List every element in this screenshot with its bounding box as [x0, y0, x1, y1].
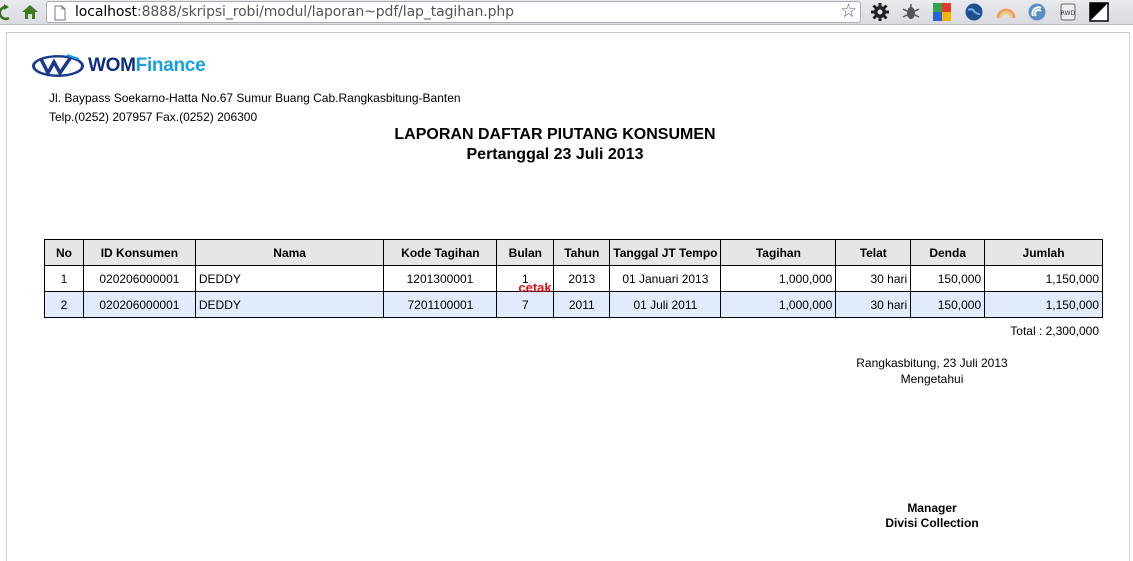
- cell-tagihan: 1,000,000: [720, 265, 837, 292]
- signature-acknowledged: Mengetahui: [900, 372, 964, 386]
- col-nama: Nama: [194, 239, 385, 266]
- rainbow-icon[interactable]: [996, 2, 1016, 22]
- gear-icon[interactable]: [870, 2, 890, 22]
- col-tahun: Tahun: [553, 239, 611, 266]
- cell-id: 020206000001: [82, 265, 196, 292]
- col-kode-tagihan: Kode Tagihan: [383, 239, 498, 266]
- reload-icon[interactable]: [0, 3, 18, 21]
- cell-tagihan: 1,000,000: [720, 291, 837, 318]
- bookmark-star-icon[interactable]: ☆: [840, 2, 857, 22]
- signal-icon[interactable]: [1027, 2, 1047, 22]
- cell-telat: 30 hari: [835, 265, 912, 292]
- logo-text: WOMFinance: [88, 55, 206, 77]
- cell-bulan: 1 cetak: [496, 265, 555, 295]
- rwd-icon[interactable]: RWD: [1058, 2, 1078, 22]
- cell-nama: DEDDY: [194, 291, 385, 318]
- receivables-table: No ID Konsumen Nama Kode Tagihan Bulan T…: [44, 239, 1103, 318]
- cell-kode: 1201300001: [383, 265, 498, 292]
- logo-wom: WOM: [88, 55, 136, 76]
- col-id-konsumen: ID Konsumen: [82, 239, 196, 266]
- svg-text:RWD: RWD: [1061, 10, 1076, 17]
- cell-bulan: 7: [496, 291, 555, 318]
- company-logo: WOMFinance: [31, 51, 211, 81]
- report-total: Total : 2,300,000: [1010, 324, 1099, 338]
- globe-icon[interactable]: [964, 2, 984, 22]
- company-phone: Telp.(0252) 207957 Fax.(0252) 206300: [49, 110, 258, 124]
- wom-swoosh-icon: [32, 54, 84, 77]
- cell-tahun: 2011: [553, 291, 611, 318]
- col-no: No: [44, 239, 84, 266]
- cell-no: 1: [44, 265, 84, 292]
- cell-jumlah: 1,150,000: [984, 265, 1103, 292]
- cell-jt-tempo: 01 Juli 2011: [609, 291, 722, 318]
- cell-jumlah: 1,150,000: [984, 291, 1103, 318]
- logo-finance: Finance: [135, 55, 206, 76]
- col-tanggal-jt-tempo: Tanggal JT Tempo: [609, 239, 722, 266]
- table-row: 2 020206000001 DEDDY 7201100001 7 2011 0…: [44, 291, 1103, 318]
- url-text[interactable]: localhost:8888/skripsi_robi/modul/lapora…: [75, 4, 514, 20]
- cell-id: 020206000001: [82, 291, 196, 318]
- col-telat: Telat: [835, 239, 912, 266]
- cell-nama: DEDDY: [194, 265, 385, 292]
- company-address: Jl. Baypass Soekarno-Hatta No.67 Sumur B…: [49, 91, 461, 105]
- bug-icon[interactable]: [901, 2, 921, 22]
- col-denda: Denda: [910, 239, 986, 266]
- col-tagihan: Tagihan: [720, 239, 837, 266]
- url-path: :8888/skripsi_robi/modul/laporan~pdf/lap…: [136, 4, 514, 20]
- table-row: 1 020206000001 DEDDY 1201300001 1 cetak 2…: [44, 265, 1103, 295]
- url-host: localhost: [75, 4, 137, 20]
- cetak-link[interactable]: cetak: [518, 280, 551, 295]
- report-title: LAPORAN DAFTAR PIUTANG KONSUMEN: [394, 126, 716, 143]
- col-bulan: Bulan: [496, 239, 555, 266]
- report-subtitle: Pertanggal 23 Juli 2013: [466, 146, 644, 163]
- address-bar[interactable]: localhost:8888/skripsi_robi/modul/lapora…: [46, 1, 861, 23]
- contrast-icon[interactable]: [1089, 2, 1109, 22]
- cell-no: 2: [44, 291, 84, 318]
- home-icon[interactable]: [21, 3, 39, 21]
- cell-telat: 30 hari: [835, 291, 912, 318]
- signature-role: Manager: [907, 501, 957, 515]
- cell-kode: 7201100001: [383, 291, 498, 318]
- cell-tahun: 2013: [553, 265, 611, 292]
- signature-place-date: Rangkasbitung, 23 Juli 2013: [856, 356, 1008, 370]
- cell-denda: 150,000: [910, 291, 986, 318]
- puzzle-icon[interactable]: [932, 2, 952, 22]
- page-icon: [53, 5, 67, 26]
- col-jumlah: Jumlah: [984, 239, 1103, 266]
- browser-toolbar: localhost:8888/skripsi_robi/modul/lapora…: [0, 0, 1133, 25]
- signature-division: Divisi Collection: [885, 516, 979, 530]
- table-header-row: No ID Konsumen Nama Kode Tagihan Bulan T…: [44, 239, 1103, 266]
- cell-denda: 150,000: [910, 265, 986, 292]
- cell-jt-tempo: 01 Januari 2013: [609, 265, 722, 292]
